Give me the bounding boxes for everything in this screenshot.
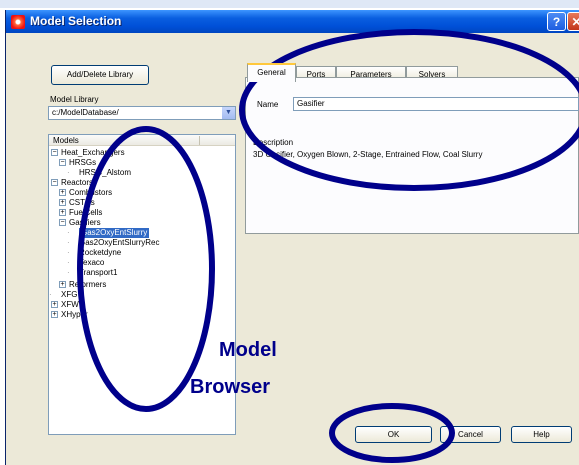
expand-icon[interactable]: +: [59, 281, 66, 288]
cancel-button[interactable]: Cancel: [440, 426, 501, 443]
tree-item[interactable]: Reformers: [69, 280, 106, 290]
tree-connector: ·: [67, 238, 70, 247]
tree-item[interactable]: Texaco: [79, 258, 104, 268]
tree-item[interactable]: CSTRs: [69, 198, 95, 208]
title-bar[interactable]: Model Selection ? ✕: [6, 10, 579, 33]
tree-connector: ·: [49, 290, 52, 299]
window-title: Model Selection: [30, 14, 122, 28]
chevron-down-icon[interactable]: ▼: [222, 107, 235, 119]
tree-item[interactable]: XFG: [61, 290, 77, 300]
annotation-browser-text: Browser: [190, 376, 271, 398]
collapse-icon[interactable]: −: [51, 149, 58, 156]
tree-connector: ·: [67, 258, 70, 267]
tree-connector: ·: [67, 268, 70, 277]
ok-button[interactable]: OK: [355, 426, 432, 443]
title-help-button[interactable]: ?: [547, 12, 566, 31]
add-delete-library-button[interactable]: Add/Delete Library: [51, 65, 149, 85]
tree-item[interactable]: XHyper: [61, 310, 88, 320]
name-label: Name: [257, 100, 279, 109]
tree-item[interactable]: Gas2OxyEntSlurry: [79, 228, 150, 238]
collapse-icon[interactable]: −: [59, 219, 66, 226]
tree-item[interactable]: HRSG_Alstom: [79, 168, 131, 178]
expand-icon[interactable]: +: [59, 189, 66, 196]
close-icon[interactable]: ✕: [567, 12, 579, 31]
expand-icon[interactable]: +: [51, 301, 58, 308]
expand-icon[interactable]: +: [59, 209, 66, 216]
tree-item[interactable]: FuelCells: [69, 208, 102, 218]
tree-item[interactable]: Reactors: [61, 178, 93, 188]
model-library-label: Model Library: [50, 95, 99, 104]
tab-general[interactable]: General: [247, 63, 296, 82]
tree-connector: ·: [67, 168, 70, 177]
description-text[interactable]: 3D Gasifier, Oxygen Blown, 2-Stage, Entr…: [253, 150, 573, 159]
tree-connector: ·: [67, 228, 70, 237]
tree-header-label: Models: [53, 136, 79, 145]
annotation-model-text: Model: [219, 339, 277, 361]
tree-item[interactable]: Heat_Exchangers: [61, 148, 125, 158]
expand-icon[interactable]: +: [59, 199, 66, 206]
tree-header: Models: [49, 135, 235, 146]
collapse-icon[interactable]: −: [51, 179, 58, 186]
tree-connector: ·: [67, 248, 70, 257]
tree-item[interactable]: HRSGs: [69, 158, 96, 168]
tree-item[interactable]: XFW: [61, 300, 79, 310]
background-band: [0, 0, 579, 8]
collapse-icon[interactable]: −: [59, 159, 66, 166]
description-label: Description: [253, 138, 294, 147]
tree-item[interactable]: Rocketdyne: [79, 248, 121, 258]
tree-item[interactable]: Combustors: [69, 188, 112, 198]
column-divider: [199, 136, 200, 145]
app-icon: [11, 15, 25, 29]
tree-item[interactable]: Gasifiers: [69, 218, 101, 228]
model-library-path: c:/ModelDatabase/: [52, 108, 119, 117]
model-library-select[interactable]: c:/ModelDatabase/ ▼: [48, 106, 236, 120]
help-button[interactable]: Help: [511, 426, 572, 443]
name-field[interactable]: Gasifier: [293, 97, 579, 111]
tree-item[interactable]: Gas2OxyEntSlurryRec: [79, 238, 159, 248]
expand-icon[interactable]: +: [51, 311, 58, 318]
tree-item[interactable]: Transport1: [79, 268, 117, 278]
